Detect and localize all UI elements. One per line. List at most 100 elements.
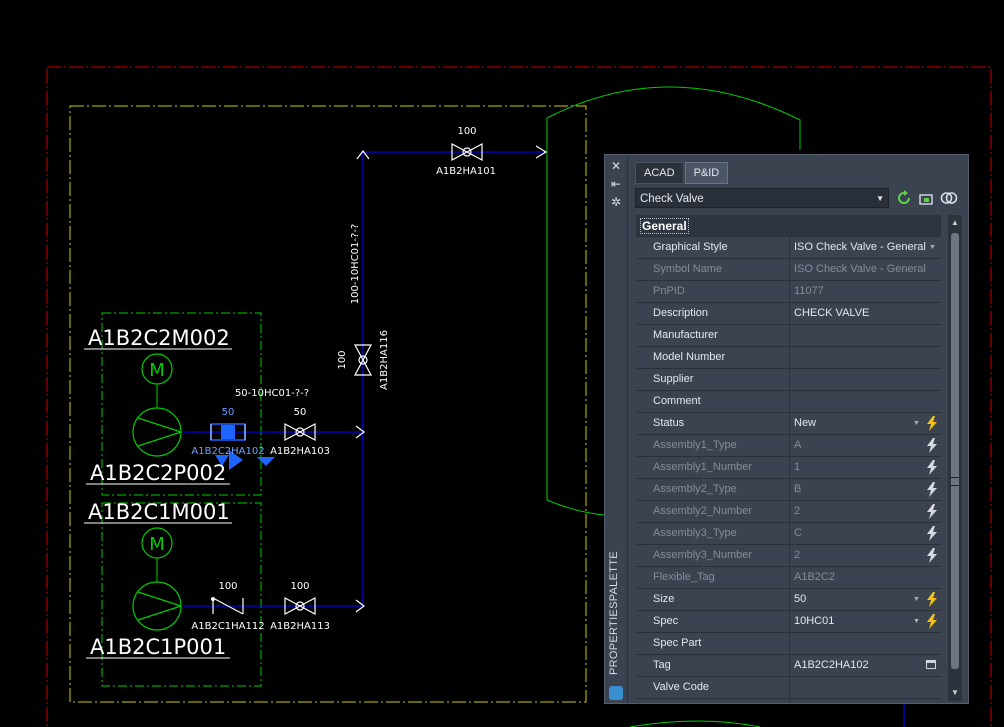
lightning-icon[interactable] xyxy=(926,614,938,629)
property-value[interactable] xyxy=(791,325,941,346)
object-type-select[interactable]: Check Valve ▼ xyxy=(635,188,889,208)
property-name: Tag xyxy=(636,655,790,676)
app-logo-icon[interactable] xyxy=(609,686,623,700)
equipment-tag-m002: A1B2C2M002 xyxy=(88,326,230,350)
property-name: Graphical Style xyxy=(636,237,790,258)
lightning-icon[interactable] xyxy=(926,482,938,497)
property-row: PnPID 11077 xyxy=(636,281,941,303)
property-row[interactable]: NormallyNO▼ xyxy=(636,699,941,701)
property-row[interactable]: Spec 10HC01 ▼ xyxy=(636,611,941,633)
equipment-tag-m001: A1B2C1M001 xyxy=(88,500,230,524)
chevron-down-icon[interactable]: ▼ xyxy=(913,413,920,434)
property-row[interactable]: Graphical Style ISO Check Valve - General… xyxy=(636,237,941,259)
auto-hide-icon[interactable]: ⇤ xyxy=(609,177,623,191)
line-label-50: 50-10HC01-?-? xyxy=(235,388,309,399)
property-value: A xyxy=(794,439,802,451)
scroll-up-icon[interactable]: ▲ xyxy=(950,218,960,227)
property-value[interactable] xyxy=(791,369,941,390)
pump-p001[interactable] xyxy=(132,581,182,631)
property-row[interactable]: Status New ▼ xyxy=(636,413,941,435)
valve-tag-ha116: A1B2HA116 xyxy=(379,330,390,390)
scrollbar-thumb[interactable] xyxy=(951,233,959,669)
tab-acad[interactable]: ACAD xyxy=(635,162,684,184)
drawing-border-yellow xyxy=(69,105,587,703)
property-scrollbar[interactable]: ▲ ▼ xyxy=(948,215,962,701)
property-value: ISO Check Valve - General xyxy=(794,263,926,275)
lightning-icon[interactable] xyxy=(926,438,938,453)
property-name: Assembly1_Type xyxy=(636,435,790,456)
property-row[interactable]: Tag A1B2C2HA102 xyxy=(636,655,941,677)
equipment-tag-p001: A1B2C1P001 xyxy=(90,635,226,659)
line-label-100: 100-10HC01-?-? xyxy=(350,224,361,304)
property-row: Assembly2_Number 2 xyxy=(636,501,941,523)
property-name: Normally xyxy=(636,699,790,701)
property-name: Status xyxy=(636,413,790,434)
property-row[interactable]: Manufacturer xyxy=(636,325,941,347)
object-type-value: Check Valve xyxy=(640,193,704,205)
lightning-icon[interactable] xyxy=(926,416,938,431)
properties-settings-icon[interactable]: ✲ xyxy=(609,195,623,209)
property-name: Assembly2_Number xyxy=(636,501,790,522)
property-row[interactable]: Supplier xyxy=(636,369,941,391)
process-lines[interactable] xyxy=(183,151,546,607)
property-value[interactable] xyxy=(791,677,941,698)
pump-p002[interactable] xyxy=(132,407,182,457)
property-grid[interactable]: General Graphical Style ISO Check Valve -… xyxy=(636,215,941,701)
palette-title: PROPERTIESPALETTE xyxy=(608,551,620,675)
property-name: Symbol Name xyxy=(636,259,790,280)
size-label-ha103: 50 xyxy=(294,407,307,418)
window-icon[interactable] xyxy=(926,660,936,669)
refresh-icon[interactable] xyxy=(895,189,913,207)
property-row: Assembly1_Number 1 xyxy=(636,457,941,479)
section-header-general[interactable]: General xyxy=(636,215,941,237)
property-name: Description xyxy=(636,303,790,324)
chevron-down-icon[interactable]: ▼ xyxy=(913,589,920,610)
property-value[interactable] xyxy=(791,391,941,412)
property-name: Spec xyxy=(636,611,790,632)
property-value[interactable]: NO xyxy=(791,699,941,701)
motor-m002[interactable]: M xyxy=(141,353,173,408)
property-value[interactable]: ISO Check Valve - General xyxy=(791,237,941,258)
chevron-down-icon[interactable]: ▼ xyxy=(929,237,936,258)
motor-m001[interactable]: M xyxy=(141,527,173,582)
property-row[interactable]: Model Number xyxy=(636,347,941,369)
chevron-down-icon[interactable]: ▼ xyxy=(913,611,920,632)
property-row[interactable]: Size 50 ▼ xyxy=(636,589,941,611)
palette-side-bar: ✕ ⇤ ✲ PROPERTIESPALETTE xyxy=(605,155,628,703)
property-row[interactable]: Comment xyxy=(636,391,941,413)
lightning-icon[interactable] xyxy=(926,526,938,541)
property-row: Symbol Name ISO Check Valve - General xyxy=(636,259,941,281)
properties-palette[interactable]: ✕ ⇤ ✲ PROPERTIESPALETTE ACAD P&ID Check … xyxy=(604,154,969,704)
property-value[interactable] xyxy=(791,633,941,654)
select-objects-icon[interactable] xyxy=(917,189,935,207)
svg-text:M: M xyxy=(149,360,165,381)
close-icon[interactable]: ✕ xyxy=(609,159,623,173)
lightning-icon[interactable] xyxy=(926,548,938,563)
lightning-icon[interactable] xyxy=(926,460,938,475)
property-row: Flexible_Tag A1B2C2 xyxy=(636,567,941,589)
size-label-ha112: 100 xyxy=(218,581,237,592)
lightning-icon[interactable] xyxy=(926,592,938,607)
property-value[interactable] xyxy=(791,347,941,368)
property-value: 2 xyxy=(794,549,801,561)
property-value[interactable]: CHECK VALVE xyxy=(791,303,941,324)
chevron-down-icon[interactable]: ▼ xyxy=(929,699,936,701)
property-row[interactable]: Valve Code xyxy=(636,677,941,699)
property-name: Flexible_Tag xyxy=(636,567,790,588)
check-valve-ha112-grip xyxy=(211,597,215,601)
valve-tag-ha112: A1B2C1HA112 xyxy=(191,621,264,632)
property-value: C xyxy=(794,527,802,539)
property-row: Assembly1_Type A xyxy=(636,435,941,457)
property-row[interactable]: Description CHECK VALVE xyxy=(636,303,941,325)
lightning-icon[interactable] xyxy=(926,504,938,519)
property-row[interactable]: Spec Part xyxy=(636,633,941,655)
scroll-down-icon[interactable]: ▼ xyxy=(950,688,960,697)
property-name: Valve Code xyxy=(636,677,790,698)
tab-pid[interactable]: P&ID xyxy=(684,162,729,184)
property-value[interactable]: A1B2C2HA102 xyxy=(791,655,941,676)
tank-bottom-outline xyxy=(629,720,761,727)
size-label-ha116: 100 xyxy=(337,350,348,369)
property-name: Comment xyxy=(636,391,790,412)
quick-select-icon[interactable] xyxy=(940,189,958,207)
valve-tag-ha113: A1B2HA113 xyxy=(270,621,330,632)
